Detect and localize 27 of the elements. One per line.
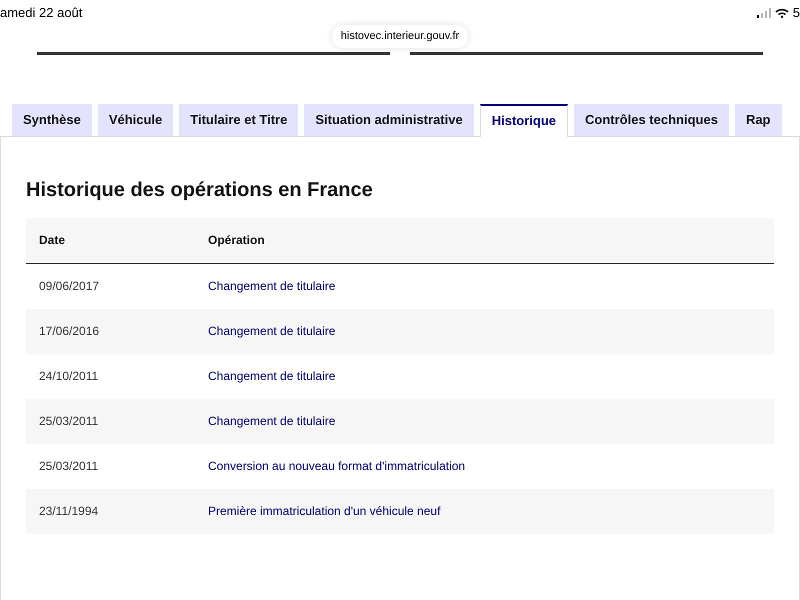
- tab[interactable]: Synthèse: [12, 104, 92, 136]
- url-address[interactable]: histovec.interieur.gouv.fr: [332, 25, 468, 48]
- status-date: amedi 22 août: [0, 4, 82, 22]
- date-cell-text: 25/03/2011: [38, 458, 100, 475]
- date-cell-text: 25/03/2011: [38, 413, 100, 430]
- date-cell-text: 23/11/1994: [38, 503, 100, 520]
- operation-link[interactable]: Conversion au nouveau format d'immatriculation: [208, 457, 466, 475]
- operation-link[interactable]: Changement de titulaire: [208, 412, 336, 430]
- tab[interactable]: Titulaire et Titre: [179, 104, 298, 136]
- signal-icon: [756, 8, 771, 18]
- tab[interactable]: Historique: [480, 104, 568, 136]
- wifi-icon: [774, 8, 789, 18]
- operation-link[interactable]: Changement de titulaire: [208, 322, 336, 340]
- operation-link[interactable]: Changement de titulaire: [208, 367, 336, 385]
- operation-link[interactable]: Changement de titulaire: [208, 277, 336, 295]
- section-title: Historique des opérations en France: [26, 178, 374, 202]
- tab[interactable]: Rap: [734, 104, 782, 136]
- date-cell-text: 17/06/2016: [38, 323, 100, 340]
- tab[interactable]: Véhicule: [98, 104, 174, 136]
- tab[interactable]: Contrôles techniques: [574, 104, 729, 136]
- column-header: Opération: [208, 232, 265, 249]
- tab[interactable]: Situation administrative: [304, 104, 474, 136]
- operation-link[interactable]: Première immatriculation d'un véhicule neuf: [208, 502, 440, 520]
- date-cell-text: 09/06/2017: [38, 278, 100, 295]
- battery-level: 5: [792, 4, 800, 22]
- date-cell-text: 24/10/2011: [38, 368, 100, 385]
- column-header: Date: [38, 232, 66, 249]
